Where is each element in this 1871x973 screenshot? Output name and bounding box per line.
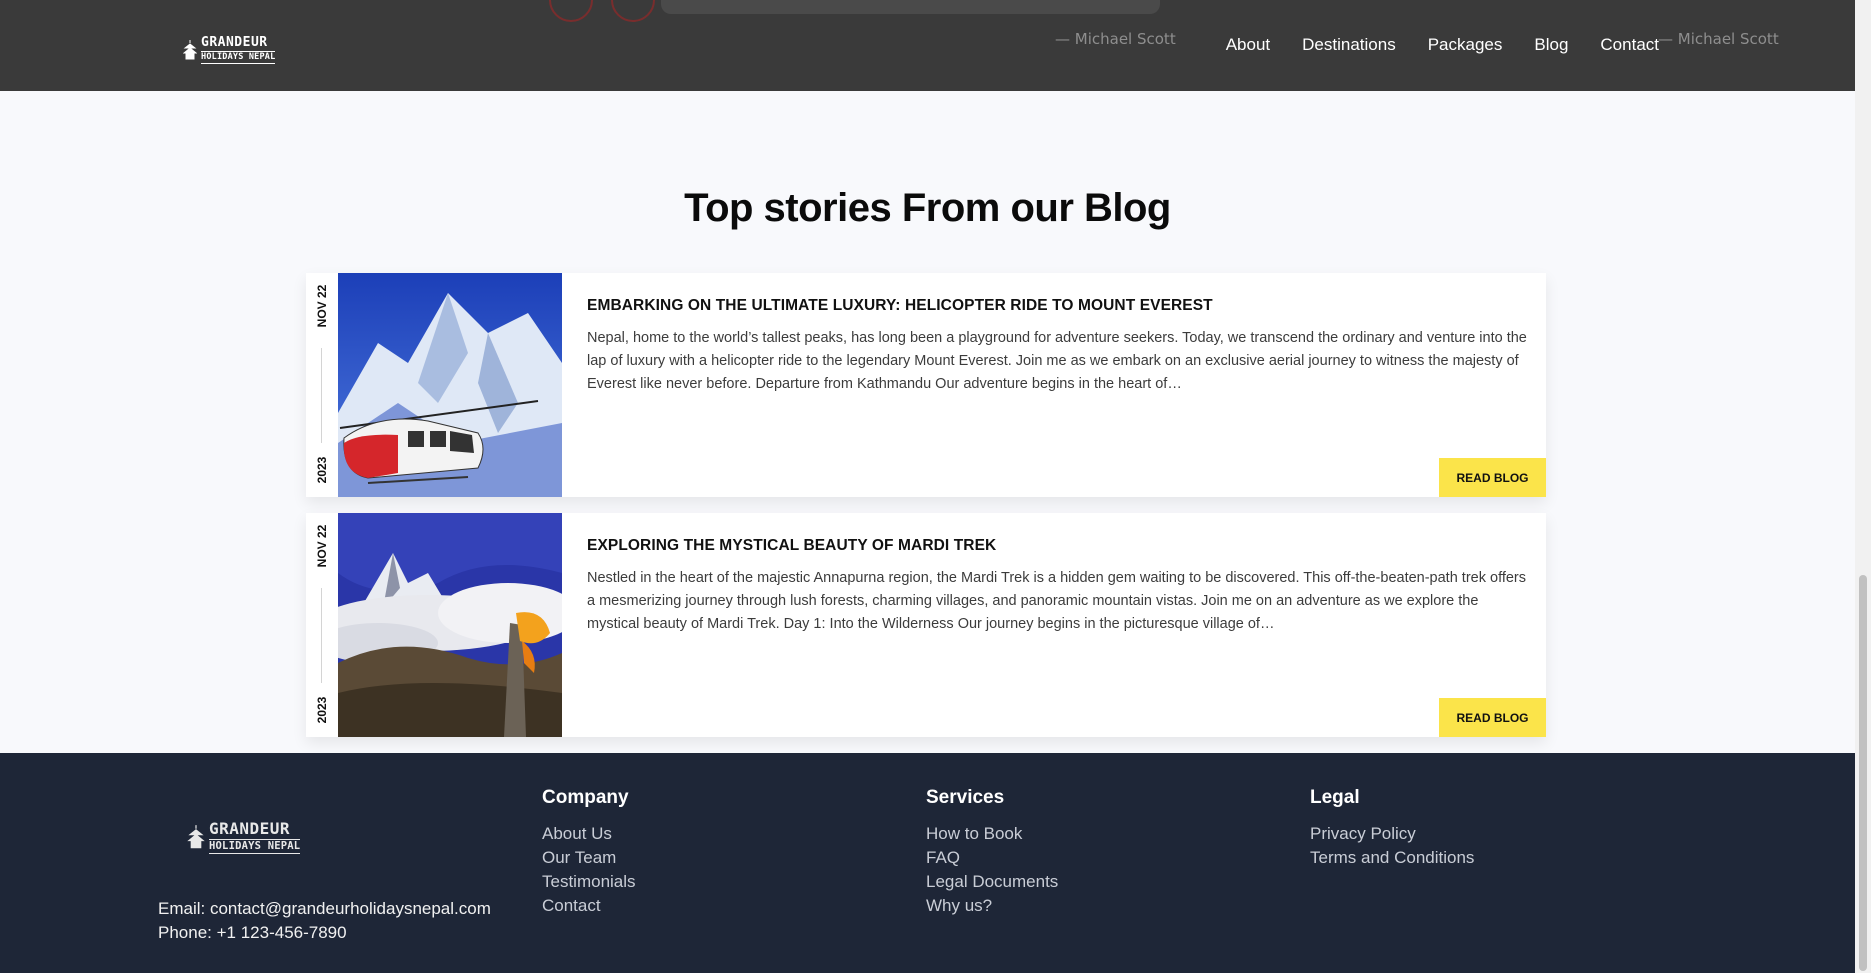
footer-link-privacy-policy[interactable]: Privacy Policy	[1310, 822, 1474, 846]
post-excerpt: Nestled in the heart of the majestic Ann…	[587, 570, 1527, 632]
post-date: NOV 22 2023	[306, 273, 338, 497]
logo-line2: HOLIDAYS NEPAL	[209, 839, 301, 854]
post-date-day: NOV 22	[315, 284, 329, 328]
blog-card: NOV 22 2023 EXPLORING THE MYSTICAL BEAUT…	[306, 513, 1546, 737]
footer-link-why-us[interactable]: Why us?	[926, 894, 1058, 918]
footer-link-testimonials[interactable]: Testimonials	[542, 870, 636, 894]
footer-logo[interactable]: GRANDEUR HOLIDAYS NEPAL	[187, 819, 301, 854]
nav-destinations[interactable]: Destinations	[1302, 35, 1396, 55]
footer-link-how-to-book[interactable]: How to Book	[926, 822, 1058, 846]
footer-link-faq[interactable]: FAQ	[926, 846, 1058, 870]
site-header: — Michael Scott — Michael Scott GRANDEUR…	[0, 0, 1855, 91]
footer-phone[interactable]: Phone: +1 123-456-7890	[158, 921, 491, 945]
helicopter-everest-image[interactable]	[338, 273, 562, 497]
post-date-year: 2023	[315, 696, 329, 724]
footer-link-contact[interactable]: Contact	[542, 894, 636, 918]
nav-blog[interactable]: Blog	[1534, 35, 1568, 55]
post-date-year: 2023	[315, 456, 329, 484]
testimonial-card-ghost	[661, 0, 1160, 14]
footer-legal-heading: Legal	[1310, 787, 1360, 808]
read-blog-button[interactable]: READ BLOG	[1439, 458, 1546, 497]
footer-company-column: Company About Us Our Team Testimonials C…	[542, 787, 636, 918]
page-scrollbar-thumb[interactable]	[1859, 575, 1867, 971]
blog-section-title: Top stories From our Blog	[684, 186, 1171, 230]
post-title[interactable]: EXPLORING THE MYSTICAL BEAUTY OF MARDI T…	[587, 537, 996, 555]
footer-company-heading: Company	[542, 787, 629, 808]
carousel-next-ghost	[611, 0, 655, 22]
read-blog-button[interactable]: READ BLOG	[1439, 698, 1546, 737]
testimonial-author-ghost: — Michael Scott	[1658, 30, 1779, 48]
site-footer: GRANDEUR HOLIDAYS NEPAL Email: contact@g…	[0, 753, 1855, 973]
footer-link-legal-documents[interactable]: Legal Documents	[926, 870, 1058, 894]
pagoda-icon	[183, 39, 197, 60]
post-title[interactable]: EMBARKING ON THE ULTIMATE LUXURY: HELICO…	[587, 297, 1213, 315]
testimonial-author-ghost: — Michael Scott	[1055, 30, 1176, 48]
footer-link-about-us[interactable]: About Us	[542, 822, 636, 846]
footer-email[interactable]: Email: contact@grandeurholidaysnepal.com	[158, 897, 491, 921]
post-excerpt: Nepal, home to the world’s tallest peaks…	[587, 330, 1527, 392]
header-logo[interactable]: GRANDEUR HOLIDAYS NEPAL	[183, 35, 276, 64]
logo-line2: HOLIDAYS NEPAL	[201, 51, 276, 64]
post-date-day: NOV 22	[315, 524, 329, 568]
mardi-trek-image[interactable]	[338, 513, 562, 737]
footer-services-heading: Services	[926, 787, 1005, 808]
carousel-prev-ghost	[549, 0, 593, 22]
pagoda-icon	[187, 825, 205, 849]
nav-packages[interactable]: Packages	[1428, 35, 1503, 55]
footer-link-terms[interactable]: Terms and Conditions	[1310, 846, 1474, 870]
blog-card: NOV 22 2023 EMBARKING ON THE ULTIMATE LU…	[306, 273, 1546, 497]
nav-about[interactable]: About	[1226, 35, 1270, 55]
footer-link-our-team[interactable]: Our Team	[542, 846, 636, 870]
post-date: NOV 22 2023	[306, 513, 338, 737]
footer-contact: Email: contact@grandeurholidaysnepal.com…	[158, 897, 491, 945]
logo-line1: GRANDEUR	[201, 35, 268, 50]
logo-line1: GRANDEUR	[209, 819, 291, 838]
main-nav: About Destinations Packages Blog Contact	[1226, 35, 1659, 55]
nav-contact[interactable]: Contact	[1600, 35, 1659, 55]
footer-legal-column: Legal Privacy Policy Terms and Condition…	[1310, 787, 1474, 870]
footer-services-column: Services How to Book FAQ Legal Documents…	[926, 787, 1058, 918]
